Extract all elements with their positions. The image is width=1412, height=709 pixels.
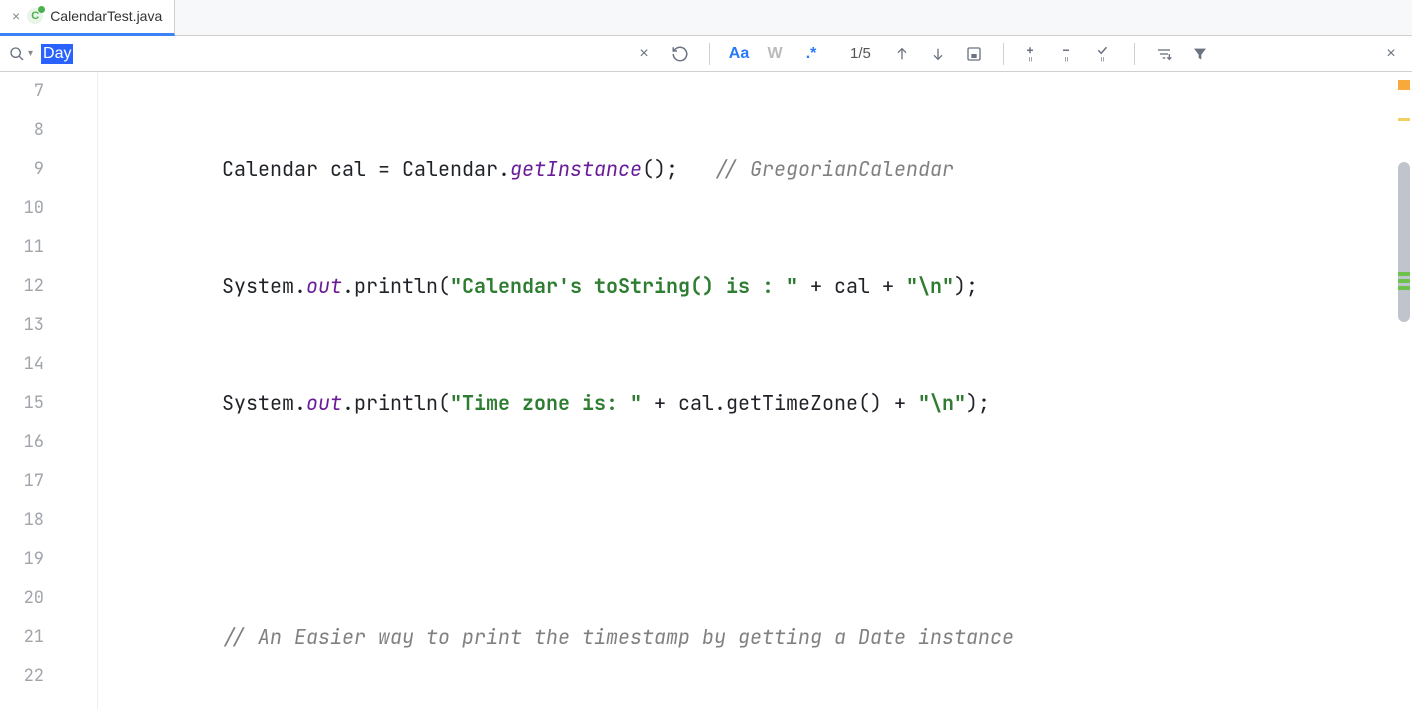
svg-text:II: II xyxy=(1064,56,1068,63)
remove-selection-icon[interactable]: II xyxy=(1056,41,1082,67)
select-all-occurrences-icon[interactable] xyxy=(961,41,987,67)
line-number: 10 xyxy=(0,189,44,228)
search-history-icon[interactable] xyxy=(667,41,693,67)
match-marker[interactable] xyxy=(1398,286,1410,290)
code-line: Calendar cal = Calendar.getInstance(); /… xyxy=(110,150,1412,189)
line-number: 20 xyxy=(0,579,44,618)
code-line xyxy=(110,501,1412,540)
line-number: 21 xyxy=(0,618,44,657)
ide-window: × C CalendarTest.java ▾ Day × Aa W .* 1/… xyxy=(0,0,1412,709)
clear-search-icon[interactable]: × xyxy=(631,41,657,67)
find-bar: ▾ Day × Aa W .* 1/5 xyxy=(0,36,1412,72)
line-number: 16 xyxy=(0,423,44,462)
code-editor[interactable]: 7 8 9 10 11 12 13 14 15 16 17 18 19 20 2… xyxy=(0,72,1412,709)
code-line: System.out.println("Time zone is: " + ca… xyxy=(110,384,1412,423)
find-inline-controls: × Aa W .* xyxy=(631,41,824,67)
match-marker[interactable] xyxy=(1398,272,1410,276)
code-line: System.out.println("Calendar's toString(… xyxy=(110,267,1412,306)
match-marker[interactable] xyxy=(1398,279,1410,283)
match-case-toggle[interactable]: Aa xyxy=(726,41,752,67)
filter-icon[interactable] xyxy=(1187,41,1213,67)
select-all-icon[interactable]: II xyxy=(1092,41,1118,67)
scrollbar-thumb[interactable] xyxy=(1398,162,1410,322)
line-number: 9 xyxy=(0,150,44,189)
search-icon[interactable] xyxy=(8,46,26,62)
line-number: 22 xyxy=(0,657,44,696)
line-number: 14 xyxy=(0,345,44,384)
code-line: // An Easier way to print the timestamp … xyxy=(110,618,1412,657)
divider xyxy=(709,43,710,65)
divider xyxy=(1003,43,1004,65)
editor-tab-bar: × C CalendarTest.java xyxy=(0,0,1412,36)
next-match-icon[interactable] xyxy=(925,41,951,67)
line-number: 11 xyxy=(0,228,44,267)
search-dropdown-icon[interactable]: ▾ xyxy=(28,48,33,59)
info-marker[interactable] xyxy=(1398,118,1410,121)
line-number: 18 xyxy=(0,501,44,540)
line-number-gutter: 7 8 9 10 11 12 13 14 15 16 17 18 19 20 2… xyxy=(0,72,58,709)
svg-text:II: II xyxy=(1028,56,1032,63)
gutter-icon-strip xyxy=(58,72,98,709)
prev-match-icon[interactable] xyxy=(889,41,915,67)
line-number: 12 xyxy=(0,267,44,306)
tab-filename: CalendarTest.java xyxy=(50,8,162,24)
filter-search-icon[interactable] xyxy=(1151,41,1177,67)
divider xyxy=(1134,43,1135,65)
warning-marker[interactable] xyxy=(1398,80,1410,90)
line-number: 8 xyxy=(0,111,44,150)
line-number: 17 xyxy=(0,462,44,501)
close-find-bar-icon[interactable]: × xyxy=(1378,41,1404,67)
whole-words-toggle[interactable]: W xyxy=(762,41,788,67)
find-input-wrap[interactable]: Day xyxy=(37,41,627,67)
find-nav-controls: II II II xyxy=(889,41,1213,67)
regex-toggle[interactable]: .* xyxy=(798,41,824,67)
java-class-icon: C xyxy=(27,8,43,24)
editor-tab[interactable]: × C CalendarTest.java xyxy=(0,0,175,36)
svg-text:II: II xyxy=(1100,56,1104,63)
add-selection-icon[interactable]: II xyxy=(1020,41,1046,67)
line-number: 15 xyxy=(0,384,44,423)
find-query: Day xyxy=(41,44,73,64)
line-number: 13 xyxy=(0,306,44,345)
close-tab-icon[interactable]: × xyxy=(12,8,20,24)
line-number: 7 xyxy=(0,72,44,111)
error-stripe[interactable] xyxy=(1396,72,1412,709)
match-count: 1/5 xyxy=(828,45,885,62)
code-area[interactable]: Calendar cal = Calendar.getInstance(); /… xyxy=(98,72,1412,709)
line-number: 19 xyxy=(0,540,44,579)
